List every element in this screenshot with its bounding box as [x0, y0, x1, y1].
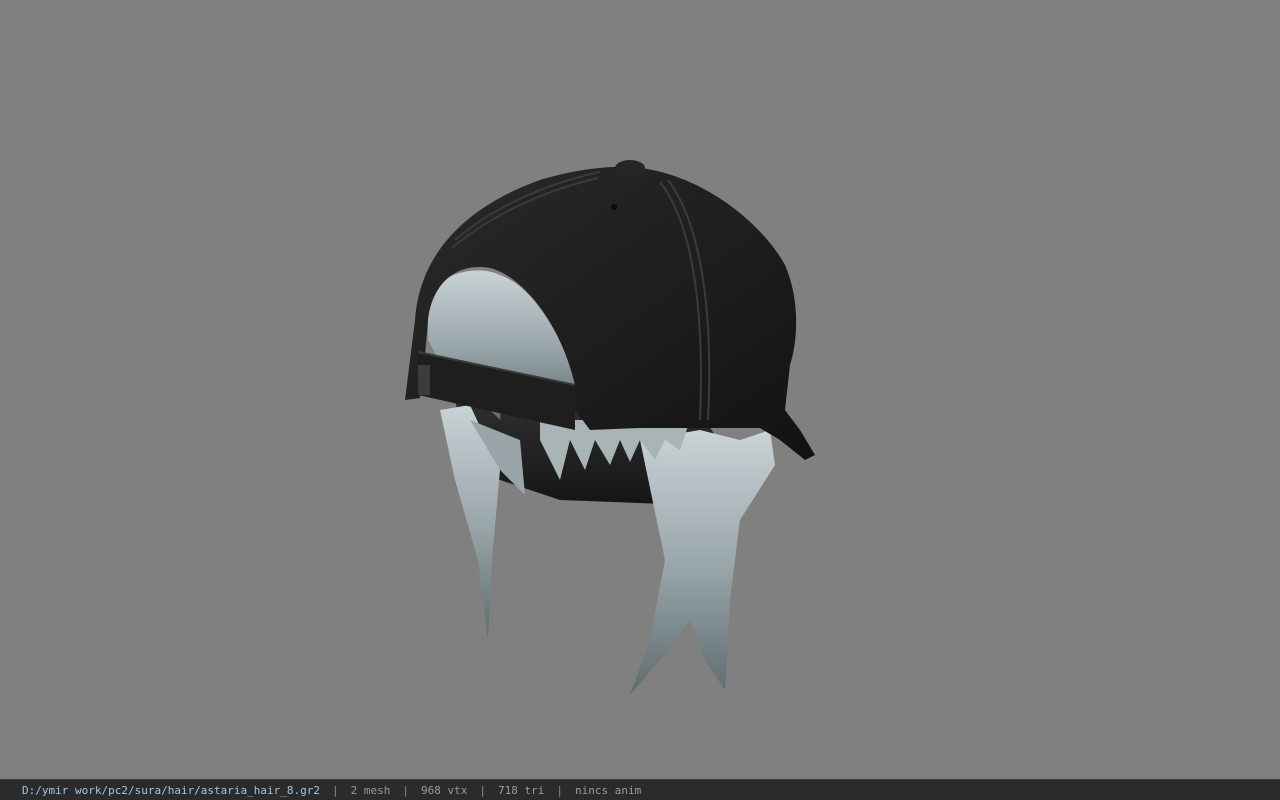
file-path: D:/ymir work/pc2/sura/hair/astaria_hair_…: [22, 783, 321, 797]
cap-with-hair-model[interactable]: [0, 0, 1280, 779]
status-bar: D:/ymir work/pc2/sura/hair/astaria_hair_…: [0, 779, 1280, 800]
mesh-count: 2 mesh: [350, 783, 391, 797]
hair-right-strands: [630, 430, 775, 695]
separator: |: [332, 783, 339, 797]
vertex-count: 968 vtx: [421, 783, 468, 797]
separator: |: [479, 783, 486, 797]
separator: |: [556, 783, 563, 797]
separator: |: [402, 783, 410, 797]
model-viewport[interactable]: [0, 0, 1280, 779]
hair-left-strands: [440, 405, 525, 640]
triangle-count: 718 tri: [498, 783, 545, 797]
animation-status: nincs anim: [574, 783, 642, 797]
